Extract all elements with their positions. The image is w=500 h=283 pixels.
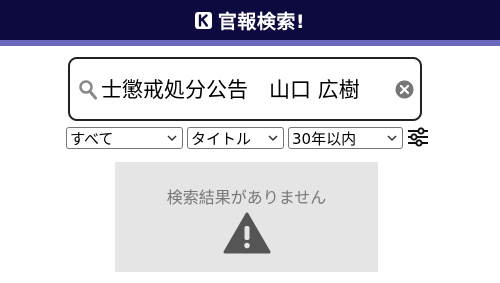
warning-icon (223, 211, 271, 259)
search-box[interactable]: 士懲戒処分公告 山口 広樹 (68, 57, 422, 121)
logo[interactable]: 官報検索! (194, 7, 306, 34)
chevron-down-icon (167, 135, 177, 142)
header-divider (0, 40, 500, 46)
category-select[interactable]: すべて (66, 127, 183, 149)
app-title: 官報検索! (217, 10, 306, 33)
clear-icon[interactable] (395, 80, 414, 103)
app-header: 官報検索! (0, 0, 500, 40)
result-panel: 検索結果がありません (115, 162, 378, 272)
chevron-down-icon (387, 135, 397, 142)
chevron-down-icon (268, 135, 278, 142)
category-value: すべて (70, 129, 114, 148)
no-results-message: 検索結果がありません (166, 188, 327, 207)
period-select[interactable]: 30年以内 (288, 127, 403, 149)
sliders-icon[interactable] (407, 127, 429, 151)
field-value: タイトル (191, 129, 252, 148)
search-input[interactable]: 士懲戒処分公告 山口 広樹 (101, 71, 393, 109)
period-value: 30年以内 (292, 129, 357, 148)
field-select[interactable]: タイトル (187, 127, 284, 149)
k-logo-icon (194, 11, 212, 29)
search-icon[interactable] (78, 79, 98, 105)
